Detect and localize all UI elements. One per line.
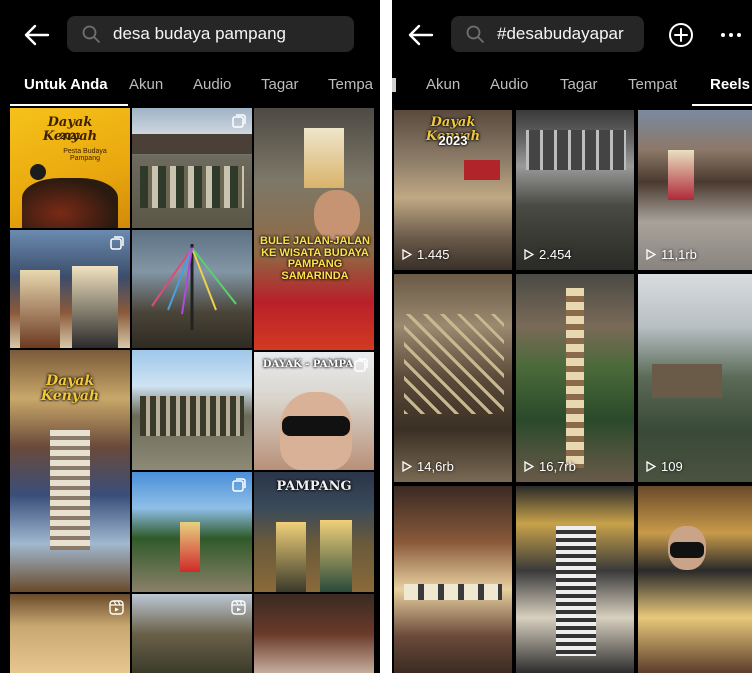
arrow-left-icon [24, 24, 50, 46]
multi-photo-icon [232, 114, 246, 128]
reel-icon [109, 600, 124, 615]
reel-tile[interactable] [394, 486, 512, 673]
right-top-bar: #desabudayapar [392, 0, 752, 70]
play-icon [524, 249, 534, 260]
grid-tile[interactable]: BULE JALAN-JALAN KE WISATA BUDAYA PAMPAN… [254, 108, 374, 350]
tab-akun[interactable]: Akun [129, 76, 163, 93]
tile-caption-sub: Pesta Budaya Pampang [63, 148, 107, 163]
tile-caption: BULE JALAN-JALAN KE WISATA BUDAYA PAMPAN… [260, 235, 370, 282]
view-count: 11,1rb [646, 247, 697, 262]
tab-tagar[interactable]: Tagar [560, 76, 598, 93]
back-button[interactable] [20, 20, 54, 50]
multi-photo-icon [232, 478, 246, 492]
view-count: 14,6rb [402, 459, 454, 474]
add-button[interactable] [666, 20, 696, 50]
right-tab-bar: Akun Audio Tagar Tempat Reels [392, 66, 752, 106]
right-screen: #desabudayapar Akun Audio Tagar Tempat R… [392, 0, 752, 673]
search-query-text: #desabudayapar [497, 24, 624, 43]
search-input[interactable]: desa budaya pampang [67, 16, 354, 52]
tab-akun[interactable]: Akun [426, 76, 460, 93]
reel-tile[interactable] [638, 486, 752, 673]
back-button[interactable] [404, 20, 438, 50]
tile-caption: DAYAK - PAMPA [262, 359, 354, 370]
multi-photo-icon [354, 358, 368, 372]
tab-audio[interactable]: Audio [490, 76, 528, 93]
reel-tile[interactable]: Dayak Kenyah 2023 1.445 [394, 110, 512, 270]
search-input[interactable]: #desabudayapar [451, 16, 644, 52]
grid-tile[interactable] [10, 594, 130, 673]
grid-tile[interactable]: Dayak Kenyah [10, 350, 130, 592]
tile-caption-year: 2023 [438, 133, 468, 148]
grid-tile[interactable] [132, 108, 252, 228]
play-icon [402, 249, 412, 260]
tile-caption: PAMPANG [276, 479, 352, 494]
active-tab-indicator [692, 104, 752, 106]
tile-caption: Dayak Kenyah [40, 373, 100, 404]
search-icon [82, 25, 100, 43]
view-count: 1.445 [402, 247, 450, 262]
play-icon [402, 461, 412, 472]
arrow-left-icon [408, 24, 434, 46]
reel-tile[interactable]: 2.454 [516, 110, 634, 270]
view-count: 16,7rb [524, 459, 576, 474]
grid-tile[interactable]: PAMPANG [254, 472, 374, 592]
tab-untuk-anda[interactable]: Untuk Anda [24, 76, 108, 93]
reel-icon [231, 600, 246, 615]
reel-tile[interactable]: 16,7rb [516, 274, 634, 482]
left-tab-bar: Untuk Anda Akun Audio Tagar Tempa [0, 66, 380, 106]
reel-tile[interactable]: 14,6rb [394, 274, 512, 482]
left-screen: desa budaya pampang Untuk Anda Akun Audi… [0, 0, 380, 673]
reel-tile[interactable]: 11,1rb [638, 110, 752, 270]
reel-tile[interactable]: 109 [638, 274, 752, 482]
active-tab-indicator [10, 104, 128, 106]
more-options-button[interactable] [716, 20, 746, 50]
grid-tile[interactable]: Dayak Kenyah 2021 Pesta Budaya Pampang [10, 108, 130, 228]
tab-audio[interactable]: Audio [193, 76, 231, 93]
search-icon [466, 25, 484, 43]
tab-reels[interactable]: Reels [710, 76, 750, 93]
tab-tempat[interactable]: Tempa [328, 76, 373, 93]
grid-tile[interactable] [132, 594, 252, 673]
reel-tile[interactable] [516, 486, 634, 673]
tab-tagar[interactable]: Tagar [261, 76, 299, 93]
plus-circle-icon [669, 23, 693, 47]
grid-tile[interactable] [254, 594, 374, 673]
grid-tile[interactable] [132, 350, 252, 470]
left-top-bar: desa budaya pampang [0, 0, 380, 70]
grid-tile[interactable]: DAYAK - PAMPA [254, 352, 374, 470]
more-horizontal-icon [721, 33, 741, 37]
search-query-text: desa budaya pampang [113, 24, 286, 43]
play-icon [524, 461, 534, 472]
play-icon [646, 249, 656, 260]
grid-tile[interactable] [132, 472, 252, 592]
multi-photo-icon [110, 236, 124, 250]
tile-caption-year: 2021 [59, 131, 81, 141]
grid-tile[interactable] [132, 230, 252, 348]
grid-tile[interactable] [10, 230, 130, 348]
play-icon [646, 461, 656, 472]
tab-tempat[interactable]: Tempat [628, 76, 677, 93]
view-count: 2.454 [524, 247, 572, 262]
view-count: 109 [646, 459, 683, 474]
